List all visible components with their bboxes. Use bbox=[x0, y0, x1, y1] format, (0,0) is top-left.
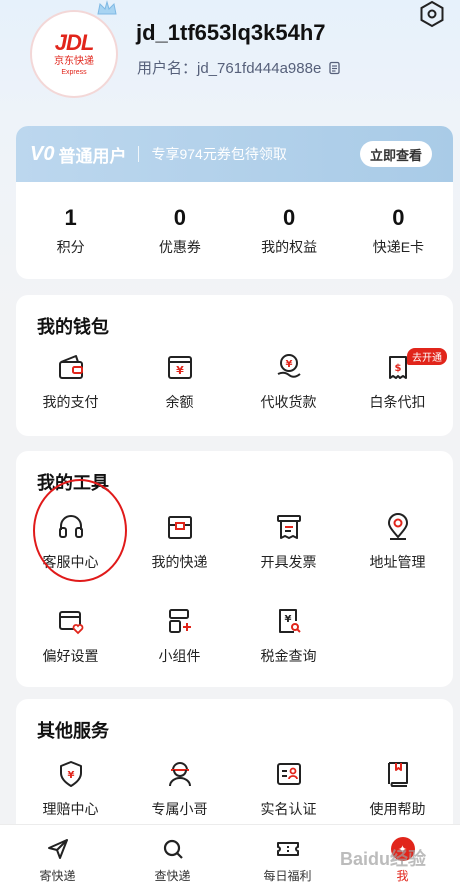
highlight-circle bbox=[33, 479, 127, 582]
member-level-name: 普通用户 bbox=[58, 146, 127, 166]
item-label: 代收货款 bbox=[260, 394, 317, 410]
settings-hexagon-icon[interactable] bbox=[418, 0, 446, 28]
profile-header: JDL 京东快递 Express jd_1tf653lq3k54h7 用户名：j… bbox=[0, 0, 460, 120]
cod-payment-icon: ¥ bbox=[277, 354, 301, 378]
svg-text:¥: ¥ bbox=[67, 770, 74, 781]
stat-coupons[interactable]: 0 优惠券 bbox=[125, 182, 234, 279]
logo-text: JDL bbox=[54, 29, 95, 55]
item-label: 开具发票 bbox=[260, 554, 317, 570]
search-icon bbox=[163, 839, 183, 859]
ticket-icon bbox=[276, 842, 299, 856]
balance-icon: ¥ bbox=[167, 356, 192, 379]
wallet-item-balance[interactable]: ¥ 余额 bbox=[125, 352, 234, 412]
stat-label: 快递E卡 bbox=[372, 238, 425, 255]
username-line: 用户名：jd_761fd444a988e bbox=[137, 57, 341, 78]
section-title: 其他服务 bbox=[37, 721, 109, 741]
others-grid: ¥ 理赔中心 专属小哥 实名认证 使用帮助 bbox=[16, 759, 453, 819]
service-claims[interactable]: ¥ 理赔中心 bbox=[16, 759, 125, 819]
package-icon bbox=[167, 516, 192, 539]
username-text: 用户名：jd_761fd444a988e bbox=[137, 60, 322, 77]
stat-ecard[interactable]: 0 快递E卡 bbox=[344, 182, 453, 279]
item-label: 实名认证 bbox=[260, 801, 317, 817]
tab-send[interactable]: 寄快递 bbox=[0, 825, 115, 891]
help-book-icon bbox=[387, 762, 408, 787]
item-label: 我的支付 bbox=[42, 394, 99, 410]
preference-card-icon bbox=[58, 611, 83, 635]
widget-icon bbox=[168, 609, 191, 633]
item-label: 小组件 bbox=[158, 648, 201, 664]
stat-label: 我的权益 bbox=[261, 238, 318, 255]
section-title: 我的钱包 bbox=[37, 317, 109, 337]
watermark: Baidu经验 bbox=[340, 849, 427, 869]
item-label: 税金查询 bbox=[260, 648, 317, 664]
stat-benefits[interactable]: 0 我的权益 bbox=[235, 182, 344, 279]
divider bbox=[138, 146, 140, 162]
copy-icon[interactable] bbox=[327, 61, 341, 75]
item-label: 理赔中心 bbox=[42, 801, 99, 817]
wallet-grid: 我的支付 ¥ 余额 ¥ 代收货款 $ 去开通 白条代扣 bbox=[16, 348, 453, 412]
courier-icon bbox=[168, 762, 191, 787]
item-label: 使用帮助 bbox=[369, 801, 426, 817]
invoice-icon bbox=[276, 515, 301, 539]
tools-grid-row2: 偏好设置 小组件 ¥ 税金查询 bbox=[16, 606, 453, 666]
wallet-item-baitiao[interactable]: $ 去开通 白条代扣 bbox=[343, 348, 452, 412]
member-level-bar[interactable]: V0 普通用户 专享974元券包待领取 立即查看 bbox=[16, 126, 453, 182]
tab-label: 查快递 bbox=[154, 869, 191, 883]
stat-value: 1 bbox=[64, 204, 77, 230]
svg-text:$: $ bbox=[394, 363, 401, 374]
tool-preferences[interactable]: 偏好设置 bbox=[16, 606, 125, 666]
member-level: V0 bbox=[30, 142, 55, 165]
svg-text:¥: ¥ bbox=[285, 359, 292, 370]
wallet-section: 我的钱包 我的支付 ¥ 余额 ¥ 代收货款 $ 去开通 白条代扣 bbox=[16, 295, 453, 436]
other-services-section: 其他服务 ¥ 理赔中心 专属小哥 实名认证 使用帮助 bbox=[16, 699, 453, 829]
view-now-button[interactable]: 立即查看 bbox=[359, 141, 432, 167]
tool-my-express[interactable]: 我的快递 bbox=[125, 512, 234, 572]
stat-value: 0 bbox=[392, 204, 405, 230]
wallet-item-cod[interactable]: ¥ 代收货款 bbox=[234, 352, 343, 412]
tab-label: 每日福利 bbox=[263, 869, 312, 883]
user-id: jd_1tf653lq3k54h7 bbox=[136, 20, 326, 45]
id-card-icon bbox=[276, 763, 301, 785]
wallet-item-payment[interactable]: 我的支付 bbox=[16, 352, 125, 412]
wallet-icon bbox=[58, 355, 83, 379]
location-pin-icon bbox=[387, 513, 408, 540]
tool-invoice[interactable]: 开具发票 bbox=[234, 512, 343, 572]
tool-tax-query[interactable]: ¥ 税金查询 bbox=[234, 606, 343, 666]
service-help[interactable]: 使用帮助 bbox=[343, 759, 452, 819]
tab-label: 寄快递 bbox=[39, 869, 76, 883]
svg-text:¥: ¥ bbox=[284, 614, 291, 625]
logo-en-text: Express bbox=[61, 68, 87, 76]
svg-text:¥: ¥ bbox=[176, 364, 184, 377]
item-label: 白条代扣 bbox=[369, 394, 426, 410]
item-label: 地址管理 bbox=[369, 554, 426, 570]
claim-shield-icon: ¥ bbox=[59, 761, 82, 787]
member-promo: 专享974元券包待领取 bbox=[151, 146, 287, 162]
member-stats: 1 积分 0 优惠券 0 我的权益 0 快递E卡 bbox=[16, 182, 453, 279]
stat-points[interactable]: 1 积分 bbox=[16, 182, 125, 279]
service-id-verify[interactable]: 实名认证 bbox=[234, 759, 343, 819]
open-badge[interactable]: 去开通 bbox=[407, 348, 447, 365]
item-label: 专属小哥 bbox=[151, 801, 208, 817]
item-label: 偏好设置 bbox=[42, 648, 99, 664]
stat-value: 0 bbox=[173, 204, 186, 230]
item-label: 我的快递 bbox=[151, 554, 208, 570]
membership-card: V0 普通用户 专享974元券包待领取 立即查看 1 积分 0 优惠券 0 我的… bbox=[16, 126, 453, 279]
item-label: 余额 bbox=[165, 394, 194, 410]
stat-label: 优惠券 bbox=[158, 238, 201, 255]
crown-icon bbox=[97, 0, 117, 15]
logo-subtext: 京东快递 bbox=[54, 55, 94, 67]
tab-track[interactable]: 查快递 bbox=[115, 825, 230, 891]
tool-widget[interactable]: 小组件 bbox=[125, 606, 234, 666]
tool-address[interactable]: 地址管理 bbox=[343, 512, 452, 572]
send-paper-plane-icon bbox=[47, 839, 68, 859]
tax-search-icon: ¥ bbox=[278, 609, 301, 633]
tab-daily-welfare[interactable]: 每日福利 bbox=[230, 825, 345, 891]
stat-label: 积分 bbox=[56, 238, 85, 255]
service-courier[interactable]: 专属小哥 bbox=[125, 759, 234, 819]
avatar[interactable]: JDL 京东快递 Express bbox=[30, 10, 118, 98]
stat-value: 0 bbox=[283, 204, 296, 230]
